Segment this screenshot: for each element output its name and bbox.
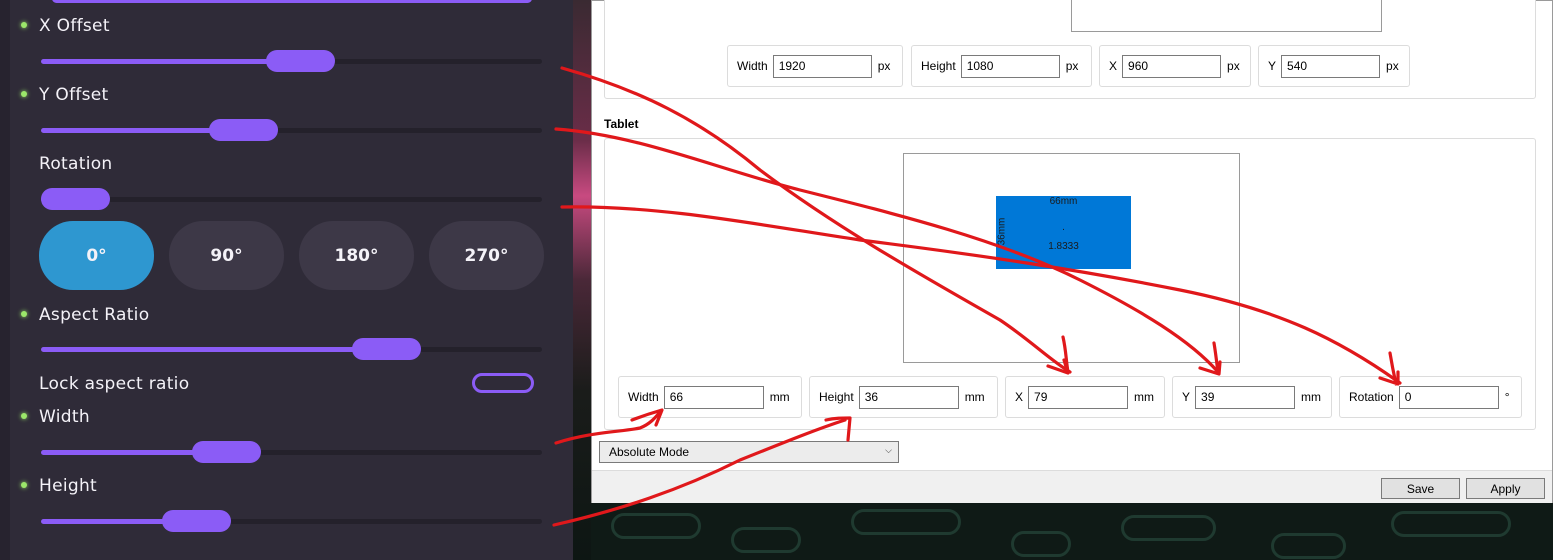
x-offset-slider-fill [41,59,301,64]
tablet-rotation-unit: ° [1504,390,1510,404]
tablet-x-field-group: X 79 mm [1005,376,1165,418]
display-y-unit: px [1386,59,1399,73]
tablet-width-unit: mm [769,390,790,404]
status-dot [21,91,27,97]
tablet-area-rectangle[interactable]: 66mm 36mm . 1.8333 [996,196,1131,269]
rotation-0-button[interactable]: 0° [39,221,154,290]
previous-slider-fill [52,0,532,3]
tablet-x-label: X [1015,390,1024,404]
height-label: Height [39,476,97,496]
chevron-down-icon: ⌵ [885,445,892,455]
tablet-width-input[interactable]: 66 [663,385,764,409]
display-width-field-group: Width 1920 px [727,45,903,87]
y-offset-slider[interactable] [41,119,542,141]
display-canvas [1071,0,1382,32]
panel-edge [0,0,10,560]
rotation-270-button[interactable]: 270° [429,221,544,290]
tablet-x-unit: mm [1134,390,1155,404]
display-height-unit: px [1065,59,1079,73]
aspect-ratio-label: Aspect Ratio [39,305,150,325]
status-dot [21,22,27,28]
tablet-height-unit: mm [964,390,985,404]
lock-aspect-ratio-toggle[interactable] [472,373,534,393]
width-slider-thumb[interactable] [192,441,262,463]
x-offset-label: X Offset [39,16,110,36]
button-bar: Save Apply [592,470,1552,503]
tablet-y-field-group: Y 39 mm [1172,376,1332,418]
mode-select-value: Absolute Mode [609,445,690,459]
area-center-mark: . [1062,222,1065,233]
tablet-height-input[interactable]: 36 [858,385,959,409]
apply-button[interactable]: Apply [1466,478,1545,499]
tablet-width-field-group: Width 66 mm [618,376,802,418]
tablet-x-input[interactable]: 79 [1028,385,1129,409]
height-slider[interactable] [41,510,542,532]
aspect-ratio-slider-fill [41,347,387,352]
width-slider[interactable] [41,441,542,463]
tablet-section-title: Tablet [604,117,639,131]
tablet-rotation-input[interactable]: 0 [1398,385,1499,409]
y-offset-slider-thumb[interactable] [209,119,279,141]
rotation-label: Rotation [39,154,113,174]
display-y-field-group: Y 540 px [1258,45,1410,87]
area-width-label: 66mm [1049,196,1078,207]
y-offset-label: Y Offset [39,85,109,105]
status-dot [21,482,27,488]
tablet-height-label: Height [819,390,854,404]
x-offset-slider[interactable] [41,50,542,72]
display-height-field-group: Height 1080 px [911,45,1092,87]
x-offset-slider-thumb[interactable] [265,50,335,72]
tablet-rotation-field-group: Rotation 0 ° [1339,376,1522,418]
display-width-input[interactable]: 1920 [772,54,872,78]
height-slider-thumb[interactable] [161,510,231,532]
rotation-90-button[interactable]: 90° [169,221,284,290]
display-width-unit: px [877,59,891,73]
tablet-rotation-label: Rotation [1349,390,1394,404]
rotation-slider-thumb[interactable] [41,188,110,210]
aspect-ratio-slider-thumb[interactable] [352,338,422,360]
background-wallpaper [573,0,591,560]
display-height-input[interactable]: 1080 [960,54,1060,78]
display-x-input[interactable]: 960 [1122,54,1222,78]
save-button[interactable]: Save [1381,478,1460,499]
rotation-180-button[interactable]: 180° [299,221,414,290]
display-x-unit: px [1227,59,1240,73]
display-x-label: X [1109,59,1118,73]
status-dot [21,413,27,419]
display-y-label: Y [1268,59,1277,73]
display-height-label: Height [921,59,956,73]
aspect-ratio-slider[interactable] [41,338,542,360]
width-label: Width [39,407,90,427]
background-wallpaper-bottom [591,503,1553,560]
display-x-field-group: X 960 px [1099,45,1251,87]
display-y-input[interactable]: 540 [1281,54,1381,78]
area-settings-panel: X Offset Y Offset Rotation 0° 90° 180° 2… [0,0,573,560]
tablet-y-label: Y [1182,390,1191,404]
tablet-height-field-group: Height 36 mm [809,376,998,418]
rotation-slider[interactable] [41,188,542,210]
status-dot [21,311,27,317]
mode-select[interactable]: Absolute Mode ⌵ [599,441,899,463]
tablet-y-input[interactable]: 39 [1195,385,1296,409]
tablet-y-unit: mm [1301,390,1322,404]
lock-aspect-ratio-label: Lock aspect ratio [39,374,190,394]
display-width-label: Width [737,59,768,73]
area-aspect-ratio-label: 1.8333 [1048,241,1079,252]
tablet-driver-window: Width 1920 px Height 1080 px X 960 px Y … [591,0,1553,503]
tablet-width-label: Width [628,390,659,404]
